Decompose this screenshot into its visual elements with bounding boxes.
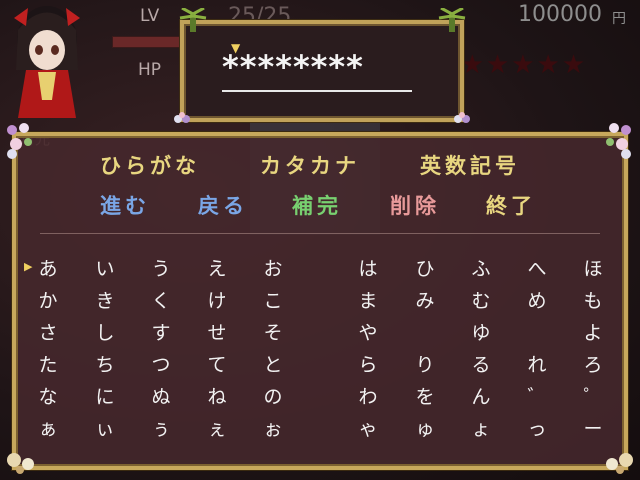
kana-key[interactable]: す <box>146 318 176 345</box>
character-portrait <box>14 6 80 118</box>
kana-key[interactable]: さ <box>33 318 63 345</box>
mode-katakana-tab[interactable]: カタカナ <box>260 150 360 180</box>
kana-key[interactable]: に <box>90 382 120 409</box>
kana-key[interactable]: け <box>202 286 232 313</box>
kana-key[interactable]: た <box>33 350 63 377</box>
kana-key[interactable]: お <box>258 254 288 281</box>
kana-key[interactable]: き <box>90 286 120 313</box>
kana-key[interactable]: せ <box>202 318 232 345</box>
kana-key[interactable]: そ <box>258 318 288 345</box>
kana-key[interactable]: く <box>146 286 176 313</box>
kana-key[interactable]: ゜ <box>578 382 608 409</box>
kana-key[interactable]: ね <box>202 382 232 409</box>
kana-key[interactable]: ょ <box>466 414 496 441</box>
back-button[interactable]: 戻る <box>198 190 248 220</box>
kana-key[interactable]: ゅ <box>410 414 440 441</box>
kana-key[interactable]: ゛ <box>522 382 552 409</box>
flower-decoration-icon <box>606 123 631 159</box>
kana-key[interactable]: ぁ <box>33 414 63 441</box>
kana-key[interactable]: て <box>202 350 232 377</box>
kana-key[interactable]: あ <box>33 254 63 281</box>
kana-key[interactable]: ゆ <box>466 318 496 345</box>
kana-key[interactable]: こ <box>258 286 288 313</box>
flower-decoration-icon <box>7 123 32 159</box>
kana-key[interactable]: も <box>578 286 608 313</box>
kana-key[interactable]: れ <box>522 350 552 377</box>
kana-key[interactable]: む <box>466 286 496 313</box>
kana-key[interactable]: る <box>466 350 496 377</box>
kana-key[interactable]: ぇ <box>202 414 232 441</box>
kana-key[interactable]: や <box>353 318 383 345</box>
hp-label: HP <box>138 60 162 80</box>
kana-key[interactable]: ぅ <box>146 414 176 441</box>
kana-key[interactable]: か <box>33 286 63 313</box>
kana-key[interactable]: と <box>258 350 288 377</box>
kana-key[interactable]: よ <box>578 318 608 345</box>
kana-key[interactable]: え <box>202 254 232 281</box>
kana-key[interactable]: り <box>410 350 440 377</box>
panel-divider <box>40 233 600 234</box>
kana-key[interactable]: め <box>522 286 552 313</box>
kana-key[interactable]: ち <box>90 350 120 377</box>
kana-key[interactable]: つ <box>146 350 176 377</box>
kana-key[interactable]: ゃ <box>353 414 383 441</box>
kana-key[interactable]: ほ <box>578 254 608 281</box>
level-label: LV <box>140 6 160 26</box>
flower-decoration-icon <box>174 112 190 123</box>
name-underline <box>222 90 412 92</box>
kana-key[interactable]: う <box>146 254 176 281</box>
kana-key[interactable]: の <box>258 382 288 409</box>
flower-decoration-icon <box>454 112 470 123</box>
kana-key[interactable]: ー <box>578 414 608 441</box>
kana-key[interactable]: ぉ <box>258 414 288 441</box>
kana-key[interactable]: ぬ <box>146 382 176 409</box>
kana-key[interactable]: ま <box>353 286 383 313</box>
finish-button[interactable]: 終了 <box>486 190 536 220</box>
kana-key[interactable]: は <box>353 254 383 281</box>
money-unit: 円 <box>612 11 626 27</box>
name-input[interactable]: ******** <box>222 48 364 86</box>
kana-key[interactable]: ひ <box>410 254 440 281</box>
kana-key[interactable]: ろ <box>578 350 608 377</box>
kana-key[interactable]: ふ <box>466 254 496 281</box>
kana-key[interactable]: っ <box>522 414 552 441</box>
kana-key[interactable]: ぃ <box>90 414 120 441</box>
kana-key[interactable]: へ <box>522 254 552 281</box>
kana-key[interactable]: を <box>410 382 440 409</box>
mode-alnum-tab[interactable]: 英数記号 <box>420 150 520 180</box>
delete-button[interactable]: 削除 <box>390 190 440 220</box>
complete-button[interactable]: 補完 <box>292 190 342 220</box>
flower-decoration-icon <box>606 453 633 474</box>
mode-hiragana-tab[interactable]: ひらがな <box>100 150 200 180</box>
kana-key[interactable]: な <box>33 382 63 409</box>
flower-decoration-icon <box>7 453 34 474</box>
kana-key[interactable]: し <box>90 318 120 345</box>
selection-cursor-icon: ▶ <box>24 260 33 273</box>
kana-key[interactable]: み <box>410 286 440 313</box>
money-value: 100000 <box>518 2 602 27</box>
bamboo-decoration-icon <box>179 8 207 32</box>
kana-key[interactable]: ん <box>466 382 496 409</box>
advance-button[interactable]: 進む <box>100 190 150 220</box>
kana-key[interactable]: わ <box>353 382 383 409</box>
kana-key[interactable]: い <box>90 254 120 281</box>
hp-bar <box>112 36 184 48</box>
bamboo-decoration-icon <box>438 8 466 32</box>
kana-key[interactable]: ら <box>353 350 383 377</box>
